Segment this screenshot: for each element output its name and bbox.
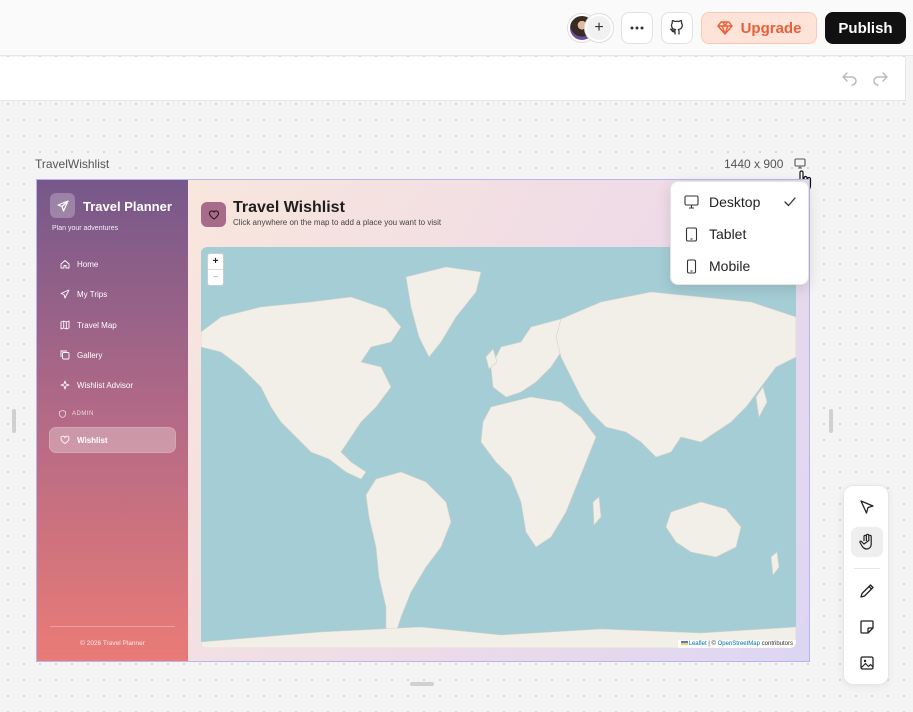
device-option-desktop[interactable]: Desktop [671,186,810,218]
zoom-out-button[interactable]: − [208,270,223,286]
pointer-icon [860,500,874,514]
attribution-separator: | © [706,641,718,647]
page-title: Travel Wishlist [233,199,345,216]
undo-icon[interactable] [840,70,858,88]
map-attribution: Leaflet | © OpenStreetMap contributors [677,640,796,648]
sidebar-item-travel-map[interactable]: Travel Map [50,313,175,337]
hand-icon [859,533,872,550]
plane-icon [60,289,70,299]
more-icon [630,26,644,30]
invite-collaborator-button[interactable]: + [585,14,613,42]
gallery-icon [60,350,70,360]
land-new-zealand [770,551,780,576]
github-button[interactable] [661,12,693,44]
sidebar-item-wishlist[interactable]: Wishlist [50,428,175,452]
sidebar-item-label: Wishlist Advisor [77,380,134,390]
more-options-button[interactable] [621,12,653,44]
land-south-america [365,471,452,643]
shield-icon [59,410,66,418]
editor-subbar [0,57,906,101]
land-greenland [405,266,482,358]
frame-name[interactable]: TravelWishlist [35,157,109,171]
redo-icon[interactable] [872,70,890,88]
check-icon [784,197,796,207]
leaflet-link[interactable]: Leaflet [689,641,707,647]
device-option-label: Desktop [709,194,761,210]
sticky-note-icon [860,620,874,634]
resize-handle-bottom[interactable] [410,682,434,686]
device-option-mobile[interactable]: Mobile [671,250,810,282]
upgrade-label: Upgrade [740,19,802,37]
sidebar-item-label: Home [77,259,99,269]
resize-handle-right[interactable] [829,409,833,433]
land-africa [480,396,597,548]
monitor-icon[interactable] [794,158,806,169]
heart-icon [208,209,219,220]
pencil-icon [860,584,874,598]
home-icon [60,260,70,269]
section-label: ADMIN [72,411,94,417]
brand-title: Travel Planner [83,199,172,214]
select-tool[interactable] [851,492,883,522]
world-map[interactable]: + − Leaflet | © OpenStreetMap contributo… [201,247,796,648]
note-tool[interactable] [851,612,883,642]
leaflet-flag-icon [680,641,688,645]
top-bar: + Upgrade Publish [0,0,913,56]
map-icon [60,320,70,330]
app-sidebar: Travel Planner Plan your adventures Home… [37,180,188,661]
attribution-tail: contributors [759,641,793,647]
device-dropdown: Desktop Tablet Mobile [670,181,809,285]
brand-logo [50,193,75,218]
sidebar-section-admin: ADMIN [59,410,94,418]
plane-icon [56,199,69,212]
map-tiles [201,266,796,648]
image-tool[interactable] [851,648,883,678]
sparkle-icon [60,380,70,390]
github-icon [669,20,683,35]
image-icon [860,656,874,670]
device-option-label: Mobile [709,258,751,274]
publish-button[interactable]: Publish [825,12,906,44]
tablet-icon [685,226,698,242]
frame-size: 1440 x 900 [724,157,784,171]
resize-handle-left[interactable] [12,409,16,433]
device-option-label: Tablet [709,226,747,242]
land-madagascar [592,496,602,526]
land-australia [665,501,742,558]
brand-subtitle: Plan your adventures [52,225,119,232]
gem-icon [716,21,733,35]
sidebar-divider [50,626,175,627]
page-icon [201,202,226,227]
sidebar-item-label: My Trips [77,289,108,299]
sidebar-item-my-trips[interactable]: My Trips [50,282,175,306]
heart-icon [60,435,70,444]
sidebar-item-label: Gallery [77,350,103,360]
sidebar-item-home[interactable]: Home [50,252,175,276]
sidebar-item-wishlist-advisor[interactable]: Wishlist Advisor [50,373,175,397]
toolbar-divider [854,568,880,569]
sidebar-footer: © 2026 Travel Planner [80,640,145,647]
collaborators[interactable]: + [568,14,614,42]
upgrade-button[interactable]: Upgrade [701,12,817,44]
sidebar-item-label: Travel Map [77,320,117,330]
land-north-america [201,296,402,480]
hand-tool[interactable] [851,527,883,557]
device-option-tablet[interactable]: Tablet [671,218,810,250]
monitor-icon [684,195,699,209]
zoom-control: + − [207,253,224,286]
zoom-in-button[interactable]: + [208,254,223,270]
page-subtitle: Click anywhere on the map to add a place… [233,218,442,227]
sidebar-item-label: Wishlist [77,435,108,445]
osm-link[interactable]: OpenStreetMap [718,641,760,647]
sidebar-item-gallery[interactable]: Gallery [50,343,175,367]
mobile-icon [686,258,697,274]
canvas-toolbar [843,485,889,685]
draw-tool[interactable] [851,576,883,606]
